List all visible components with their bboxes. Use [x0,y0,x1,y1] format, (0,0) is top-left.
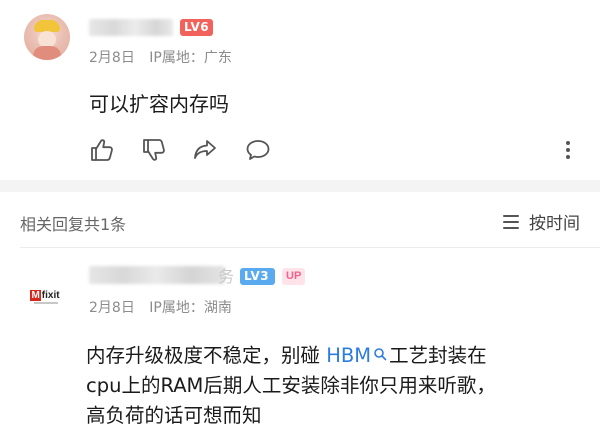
reply-ip-location: IP属地：湖南 [149,300,232,316]
logo-underline [34,302,58,304]
search-icon [374,348,387,361]
reply-avatar[interactable]: Mfixit [22,272,68,318]
comment-date: 2月8日 [89,50,135,66]
username-blurred[interactable] [89,19,173,36]
level-badge: LV6 [180,19,213,36]
divider [20,247,600,248]
reply-username-blurred[interactable] [89,266,225,284]
dislike-icon[interactable] [140,136,168,164]
reply-username-tail: 务 [218,267,235,286]
reply-line-2: cpu上的RAM后期人工安装除非你只用来听歌， [86,374,496,397]
reply-level-badge: LV3 [240,268,275,285]
ip-location: IP属地：广东 [149,50,232,66]
hbm-search-link[interactable]: HBM [326,344,389,367]
comment-text: 可以扩容内存吗 [89,92,229,116]
reply-line-1: 内存升级极度不稳定，别碰 HBM 工艺封装在 [86,341,586,371]
more-icon[interactable] [558,136,578,164]
like-icon[interactable] [88,136,116,164]
comment-meta: 2月8日 IP属地：广东 [89,47,242,67]
reply-text: 内存升级极度不稳定，别碰 HBM 工艺封装在 cpu上的RAM后期人工安装除非你只… [86,341,586,431]
reply-text-part: 内存升级极度不稳定，别碰 [86,344,327,367]
menu-icon [503,214,519,229]
avatar-body [33,46,61,60]
user-avatar[interactable] [24,14,70,60]
section-separator [0,180,600,192]
sort-button[interactable]: 按时间 [503,209,580,234]
reply-text-part: 工艺封装在 [389,344,487,367]
reply-meta: 2月8日 IP属地：湖南 [89,297,242,317]
reply-icon[interactable] [244,136,272,164]
comment-card: LV6 2月8日 IP属地：广东 可以扩容内存吗 [0,0,600,180]
hbm-link-text: HBM [326,344,372,367]
mfixit-logo: Mfixit [30,289,60,301]
reply-line-3: 高负荷的话可想而知 [86,404,262,427]
reply-date: 2月8日 [89,300,135,316]
comment-actions [88,136,588,168]
share-icon[interactable] [191,136,219,164]
replies-header: 相关回复共1条 按时间 [0,192,600,248]
up-badge: UP [282,268,306,285]
sort-label: 按时间 [529,214,580,234]
reply-count-label: 相关回复共1条 [20,215,127,234]
